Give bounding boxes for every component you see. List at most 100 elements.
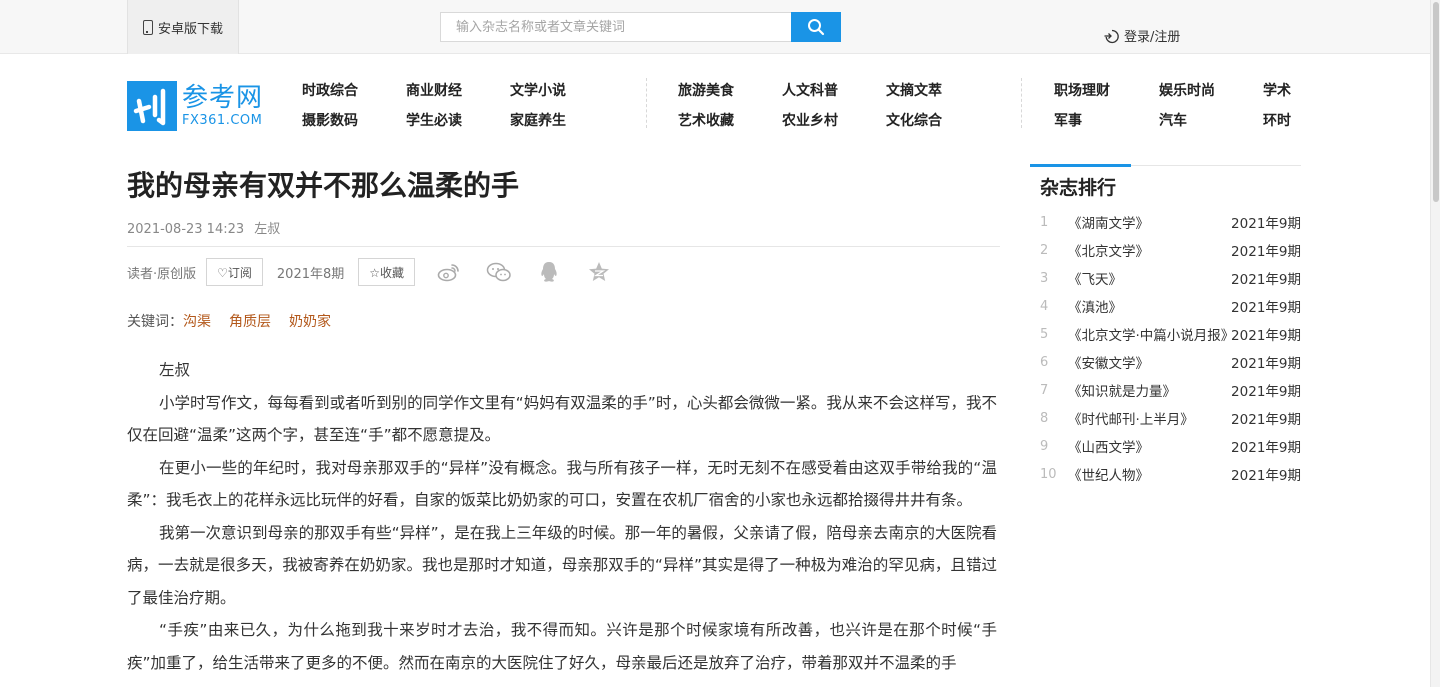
ranking-number: 6 (1040, 354, 1049, 370)
ranking-item[interactable]: 6 《安徽文学》 2021年9期 (1030, 348, 1301, 376)
nav-column: 时政综合 摄影数码 (302, 79, 392, 139)
ranking-issue: 2021年9期 (1231, 356, 1301, 372)
nav-item[interactable]: 汽车 (1159, 109, 1249, 139)
ranking-item[interactable]: 2 《北京文学》 2021年9期 (1030, 236, 1301, 264)
magazine-ranking-header: 杂志排行 (1030, 164, 1301, 203)
nav-divider (646, 78, 647, 128)
share-wechat-button[interactable] (485, 258, 513, 286)
ranking-item[interactable]: 9 《山西文学》 2021年9期 (1030, 432, 1301, 460)
ranking-number: 3 (1040, 270, 1049, 286)
keyword-link[interactable]: 角质层 (229, 314, 271, 330)
nav-column: 文学小说 家庭养生 (510, 79, 600, 139)
ranking-issue: 2021年9期 (1231, 216, 1301, 232)
ranking-item[interactable]: 10 《世纪人物》 2021年9期 (1030, 460, 1301, 488)
share-qq-button[interactable] (535, 258, 563, 286)
nav-item[interactable]: 文化综合 (886, 109, 976, 139)
logo-text-en: FX361.COM (182, 113, 263, 128)
nav-item[interactable]: 旅游美食 (678, 79, 768, 109)
nav-item[interactable]: 艺术收藏 (678, 109, 768, 139)
nav-item[interactable]: 家庭养生 (510, 109, 600, 139)
article-body: 左叔 小学时写作文，每每看到或者听到别的同学作文里有“妈妈有双温柔的手”时，心头… (127, 354, 997, 679)
ranking-number: 7 (1040, 382, 1049, 398)
article-paragraph: “手疾”由来已久，为什么拖到我十来岁时才去治，我不得而知。兴许是那个时候家境有所… (127, 621, 997, 672)
qq-icon (541, 262, 557, 282)
ranking-magazine-name[interactable]: 《时代邮刊·上半月》 (1068, 408, 1229, 428)
wechat-icon (486, 262, 511, 282)
share-qzone-button[interactable] (585, 258, 613, 286)
search-button[interactable] (791, 12, 841, 42)
ranking-magazine-name[interactable]: 《世纪人物》 (1068, 464, 1229, 484)
nav-item[interactable]: 娱乐时尚 (1159, 79, 1249, 109)
ranking-magazine-name[interactable]: 《湖南文学》 (1068, 212, 1229, 232)
ranking-magazine-name[interactable]: 《安徽文学》 (1068, 352, 1229, 372)
ranking-issue: 2021年9期 (1231, 328, 1301, 344)
logout-icon (1104, 29, 1119, 43)
nav-item[interactable]: 军事 (1054, 109, 1144, 139)
site-logo[interactable]: 参考网 FX361.COM (127, 80, 267, 132)
magazine-ranking-list: 1 《湖南文学》 2021年9期 2 《北京文学》 2021年9期 3 《飞天》 2021年9期… (1030, 208, 1301, 488)
nav-item[interactable]: 职场理财 (1054, 79, 1144, 109)
search-input[interactable] (440, 12, 791, 42)
nav-item[interactable]: 摄影数码 (302, 109, 392, 139)
android-download-button[interactable]: 安卓版下载 (127, 0, 239, 54)
article-title: 我的母亲有双并不那么温柔的手 (127, 169, 520, 202)
ranking-number: 9 (1040, 438, 1049, 454)
ranking-item[interactable]: 8 《时代邮刊·上半月》 2021年9期 (1030, 404, 1301, 432)
keyword-link[interactable]: 奶奶家 (289, 314, 331, 330)
scrollbar-thumb[interactable] (1433, 2, 1439, 202)
ranking-magazine-name[interactable]: 《滇池》 (1068, 296, 1229, 316)
ranking-magazine-name[interactable]: 《飞天》 (1068, 268, 1229, 288)
article-issue[interactable]: 2021年8期 (277, 263, 344, 282)
divider (127, 246, 1000, 247)
ranking-item[interactable]: 5 《北京文学·中篇小说月报》 2021年9期 (1030, 320, 1301, 348)
ranking-magazine-name[interactable]: 《山西文学》 (1068, 436, 1229, 456)
keyword-link[interactable]: 沟渠 (183, 314, 211, 330)
ranking-item[interactable]: 1 《湖南文学》 2021年9期 (1030, 208, 1301, 236)
ranking-issue: 2021年9期 (1231, 244, 1301, 260)
nav-item[interactable]: 学生必读 (406, 109, 496, 139)
login-register-label: 登录/注册 (1124, 30, 1181, 45)
ranking-number: 1 (1040, 214, 1049, 230)
ranking-item[interactable]: 3 《飞天》 2021年9期 (1030, 264, 1301, 292)
ranking-item[interactable]: 7 《知识就是力量》 2021年9期 (1030, 376, 1301, 404)
nav-item[interactable]: 商业财经 (406, 79, 496, 109)
ranking-number: 8 (1040, 410, 1049, 426)
article-paragraph: 左叔 (159, 361, 191, 379)
nav-divider (1021, 78, 1022, 128)
ranking-issue: 2021年9期 (1231, 440, 1301, 456)
keywords-row: 关键词：沟渠 角质层 奶奶家 (127, 311, 331, 331)
favorite-button[interactable]: ☆收藏 (358, 258, 416, 286)
article-source[interactable]: 读者·原创版 (127, 263, 196, 282)
magazine-ranking-title: 杂志排行 (1040, 177, 1117, 199)
ranking-magazine-name[interactable]: 《知识就是力量》 (1068, 380, 1229, 400)
ranking-issue: 2021年9期 (1231, 412, 1301, 428)
nav-column: 职场理财 军事 (1054, 79, 1144, 139)
ranking-item[interactable]: 4 《滇池》 2021年9期 (1030, 292, 1301, 320)
ranking-magazine-name[interactable]: 《北京文学》 (1068, 240, 1229, 260)
ranking-issue: 2021年9期 (1231, 300, 1301, 316)
ranking-magazine-name[interactable]: 《北京文学·中篇小说月报》 (1068, 324, 1229, 344)
keywords-label: 关键词： (127, 314, 183, 330)
nav-item[interactable]: 农业乡村 (782, 109, 872, 139)
login-register-link[interactable]: 登录/注册 (1103, 26, 1180, 45)
top-bar: 安卓版下载 登录/注册 (0, 0, 1430, 54)
nav-item[interactable]: 环时 (1263, 109, 1303, 139)
article-datetime: 2021-08-23 14:23 (127, 222, 245, 237)
phone-icon (142, 19, 153, 35)
ranking-number: 2 (1040, 242, 1049, 258)
nav-item[interactable]: 人文科普 (782, 79, 872, 109)
subscribe-button[interactable]: ♡订阅 (206, 258, 263, 286)
article-meta: 2021-08-23 14:23 左叔 (127, 218, 286, 237)
search-bar (440, 12, 841, 42)
article-toolbar: 读者·原创版 ♡订阅 2021年8期 ☆收藏 (127, 258, 635, 286)
ranking-issue: 2021年9期 (1231, 384, 1301, 400)
android-download-label: 安卓版下载 (157, 21, 223, 37)
share-weibo-button[interactable] (435, 258, 463, 286)
ranking-issue: 2021年9期 (1231, 468, 1301, 484)
nav-item[interactable]: 文摘文萃 (886, 79, 976, 109)
nav-item[interactable]: 学术 (1263, 79, 1303, 109)
header-accent (1030, 164, 1131, 167)
scrollbar[interactable] (1430, 0, 1440, 687)
nav-item[interactable]: 时政综合 (302, 79, 392, 109)
nav-item[interactable]: 文学小说 (510, 79, 600, 109)
